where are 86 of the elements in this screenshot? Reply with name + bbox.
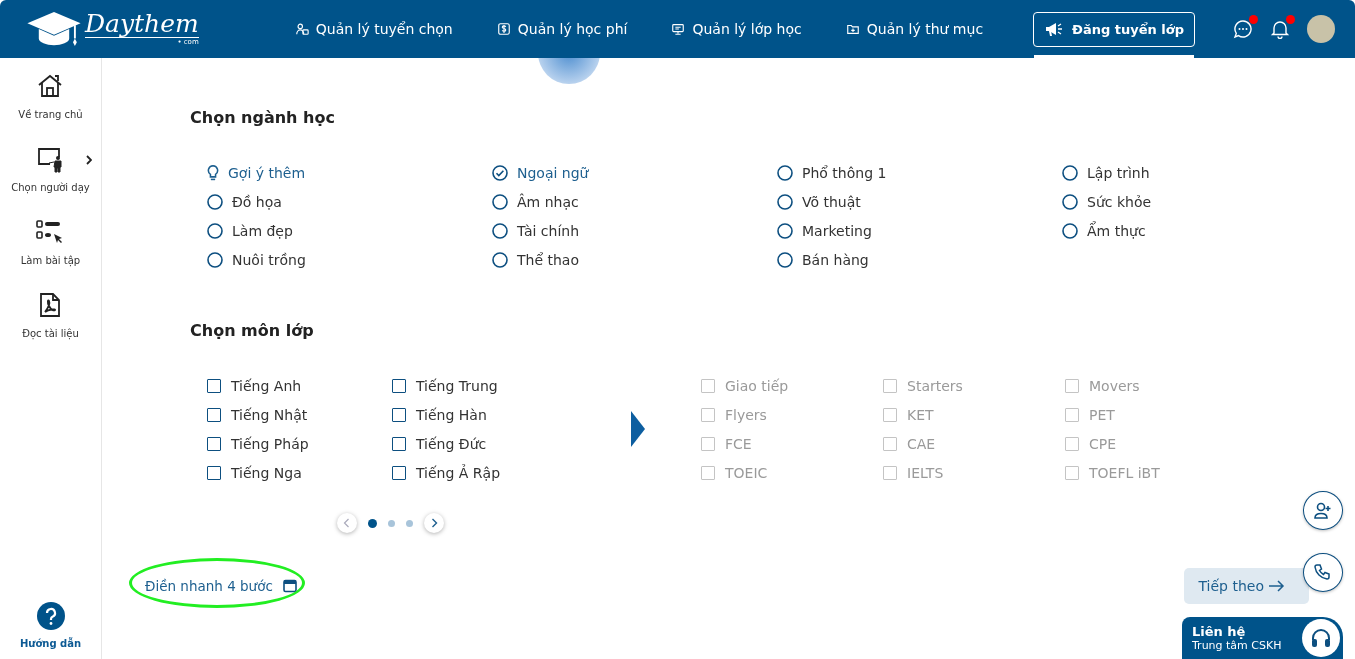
teacher-at-board-icon	[36, 145, 65, 173]
bell-icon[interactable]	[1270, 19, 1290, 39]
contact-subtitle: Trung tâm CSKH	[1192, 639, 1282, 652]
headset-icon	[1309, 626, 1333, 650]
nav-link[interactable]: Quản lý học phí	[496, 21, 628, 37]
checkbox[interactable]	[392, 407, 406, 422]
checkbox-option[interactable]: Tiếng Ả Rập	[392, 458, 577, 487]
checkbox-option[interactable]: Tiếng Nhật	[207, 400, 392, 429]
radio-option[interactable]: Ngoại ngữ	[492, 158, 777, 187]
radio-option[interactable]: Làm đẹp	[207, 216, 492, 245]
nav-link[interactable]: Quản lý lớp học	[671, 21, 802, 37]
checkbox-option: Giao tiếp	[701, 371, 883, 400]
page-dot[interactable]	[388, 519, 395, 527]
checkbox-option[interactable]: Tiếng Pháp	[207, 429, 392, 458]
megaphone-icon	[1044, 21, 1064, 37]
graduation-cap-icon	[25, 10, 83, 48]
radio-option[interactable]: Âm nhạc	[492, 187, 777, 216]
checkbox-option[interactable]: Tiếng Anh	[207, 371, 392, 400]
checkbox-option: Movers	[1065, 371, 1247, 400]
next-button[interactable]: Tiếp theo	[1184, 568, 1309, 604]
sidebar-item[interactable]: Đọc tài liệu	[22, 291, 79, 339]
radio-option[interactable]: Lập trình	[1062, 158, 1347, 187]
radio-option[interactable]: Bán hàng	[777, 245, 1062, 274]
sidebar-item[interactable]: Làm bài tập	[20, 218, 81, 266]
page-dot[interactable]	[368, 518, 377, 528]
checkbox-option: Starters	[883, 371, 1065, 400]
checkbox[interactable]	[392, 436, 406, 451]
radio-option[interactable]: Gợi ý thêm	[207, 158, 492, 187]
dollar-icon	[496, 22, 511, 36]
radio-option[interactable]: Marketing	[777, 216, 1062, 245]
triangle-right-icon[interactable]	[631, 411, 645, 447]
checkbox-option: PET	[1065, 400, 1247, 429]
radio-option[interactable]: Nuôi trồng	[207, 245, 492, 274]
checkbox-option: KET	[883, 400, 1065, 429]
checkbox[interactable]	[207, 407, 221, 422]
checkbox-option[interactable]: Tiếng Hàn	[392, 400, 577, 429]
quick-fill-link[interactable]: Điền nhanh 4 bước	[145, 578, 297, 594]
checkbox[interactable]	[207, 378, 221, 393]
checkbox-option[interactable]: Tiếng Đức	[392, 429, 577, 458]
checkbox[interactable]	[207, 465, 221, 480]
checkbox-option: TOEIC	[701, 458, 883, 487]
contact-title: Liên hệ	[1192, 624, 1247, 639]
sidebar-item[interactable]: Về trang chủ	[18, 72, 83, 120]
radio-option[interactable]: Tài chính	[492, 216, 777, 245]
floating-phone-button[interactable]	[1303, 553, 1343, 592]
radio-option[interactable]: Đồ họa	[207, 187, 492, 216]
checkbox-option[interactable]: Tiếng Nga	[207, 458, 392, 487]
checkbox-option: TOEFL iBT	[1065, 458, 1247, 487]
radio-option[interactable]: Thể thao	[492, 245, 777, 274]
checkbox-option: CAE	[883, 429, 1065, 458]
sidebar-label: Về trang chủ	[18, 109, 83, 120]
checkbox-option: IELTS	[883, 458, 1065, 487]
checkbox-option: Flyers	[701, 400, 883, 429]
checkbox[interactable]	[392, 465, 406, 480]
page-dot[interactable]	[406, 519, 413, 527]
floating-add-user-button[interactable]	[1303, 491, 1343, 530]
checkbox[interactable]	[392, 378, 406, 393]
avatar[interactable]	[1307, 15, 1335, 43]
folder-icon	[845, 22, 860, 36]
arrow-right-icon	[1269, 580, 1285, 592]
radio-option[interactable]: Võ thuật	[777, 187, 1062, 216]
section-title: Chọn ngành học	[190, 108, 336, 128]
chat-icon[interactable]	[1233, 19, 1253, 39]
checkbox[interactable]	[207, 436, 221, 451]
people-icon	[294, 22, 309, 36]
nav-link[interactable]: Quản lý thư mục	[845, 21, 984, 37]
post-class-button[interactable]: Đăng tuyển lớp	[1033, 11, 1195, 47]
sidebar-label: Làm bài tập	[20, 255, 81, 266]
sidebar-label: Chọn người dạy	[11, 182, 90, 193]
radio-option[interactable]: Phổ thông 1	[777, 158, 1062, 187]
checkbox-option: FCE	[701, 429, 883, 458]
monitor-icon	[671, 22, 686, 36]
question-mark-icon[interactable]	[36, 602, 65, 630]
contact-panel[interactable]: Liên hệ Trung tâm CSKH	[1182, 617, 1343, 659]
checkbox-option: CPE	[1065, 429, 1247, 458]
sidebar-label: Đọc tài liệu	[22, 328, 79, 339]
radio-option[interactable]: Sức khỏe	[1062, 187, 1347, 216]
checkbox-option[interactable]: Tiếng Trung	[392, 371, 577, 400]
window-icon	[282, 579, 297, 593]
sidebar-item[interactable]: Chọn người dạy	[11, 145, 90, 193]
section-title: Chọn môn lớp	[190, 321, 315, 341]
radio-option[interactable]: Ẩm thực	[1062, 216, 1347, 245]
help-link[interactable]: Hướng dẫn	[19, 638, 82, 649]
logo-wordmark: Daythem	[85, 11, 199, 38]
nav-link[interactable]: Quản lý tuyển chọn	[294, 21, 453, 37]
choice-list-icon	[36, 218, 65, 246]
